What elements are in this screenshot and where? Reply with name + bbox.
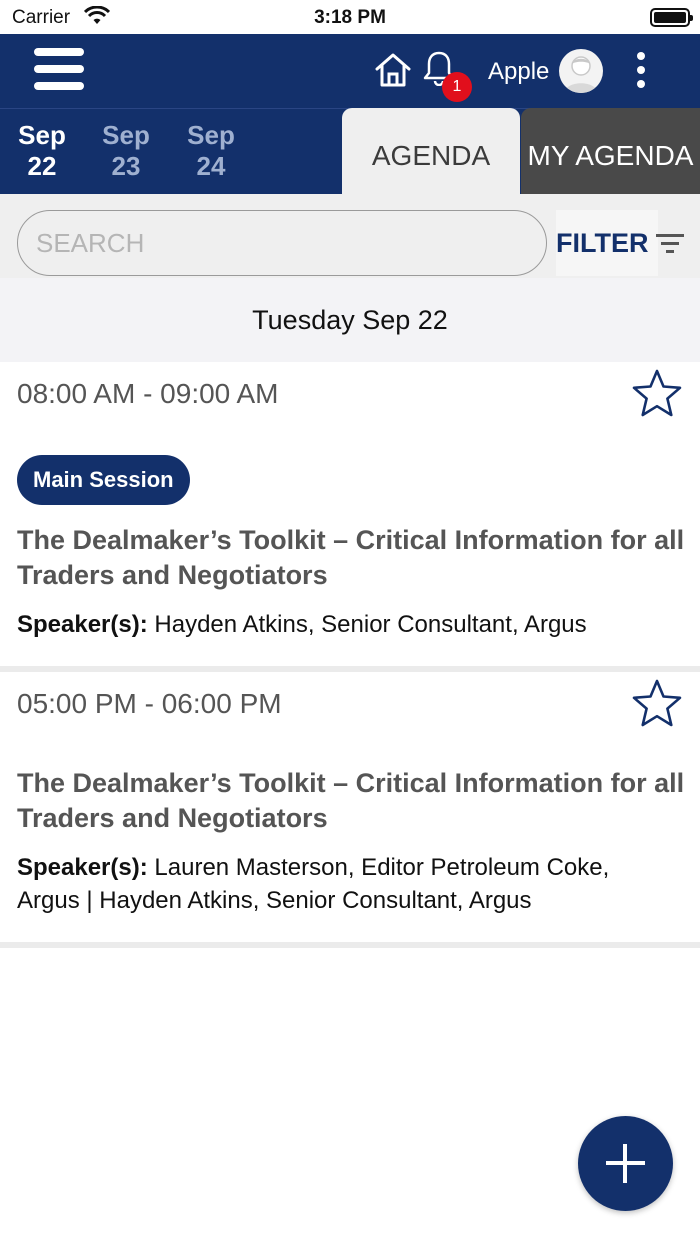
session-speakers: Speaker(s): Hayden Atkins, Senior Consul… (17, 611, 587, 638)
session-title: The Dealmaker’s Toolkit – Critical Infor… (17, 525, 685, 590)
app-header: 1 Apple (0, 34, 700, 108)
search-bar: FILTER (0, 194, 700, 278)
track-badge: Main Session (17, 455, 190, 505)
star-outline-icon[interactable] (630, 368, 684, 425)
date-tab-sep-24[interactable]: Sep 24 (176, 120, 246, 182)
session-time: 05:00 PM - 06:00 PM (17, 688, 282, 719)
tab-my-agenda[interactable]: MY AGENDA (521, 108, 700, 194)
session-title: The Dealmaker’s Toolkit – Critical Infor… (17, 768, 685, 833)
notification-badge: 1 (442, 72, 472, 102)
tab-agenda[interactable]: AGENDA (342, 108, 520, 194)
clock: 3:18 PM (314, 7, 386, 28)
date-tab-sep-22[interactable]: Sep 22 (7, 120, 77, 182)
date-section-header: Tuesday Sep 22 (0, 278, 700, 362)
session-card[interactable]: 05:00 PM - 06:00 PM The Dealmaker’s Tool… (0, 672, 700, 942)
divider (0, 942, 700, 948)
filter-button[interactable]: FILTER (556, 210, 658, 276)
session-card[interactable]: 08:00 AM - 09:00 AM Main Session The Dea… (0, 362, 700, 666)
session-speakers: Speaker(s): Lauren Masterson, Editor Pet… (17, 854, 610, 914)
battery-icon (650, 8, 693, 27)
session-time: 08:00 AM - 09:00 AM (17, 378, 279, 409)
status-bar: Carrier 3:18 PM (0, 0, 700, 34)
menu-icon[interactable] (34, 48, 86, 94)
add-button[interactable] (578, 1116, 673, 1211)
date-tabs-row: Sep 22 Sep 23 Sep 24 AGENDA MY AGENDA (0, 108, 700, 194)
home-icon[interactable] (374, 52, 412, 93)
filter-label: FILTER (556, 228, 649, 258)
avatar-icon[interactable] (559, 49, 603, 93)
filter-icon[interactable] (656, 232, 684, 259)
user-name[interactable]: Apple (488, 58, 549, 86)
star-outline-icon[interactable] (630, 678, 684, 735)
search-input[interactable] (17, 210, 547, 276)
notifications-button[interactable]: 1 (422, 50, 472, 102)
more-vertical-icon[interactable] (634, 52, 648, 92)
date-tab-sep-23[interactable]: Sep 23 (91, 120, 161, 182)
